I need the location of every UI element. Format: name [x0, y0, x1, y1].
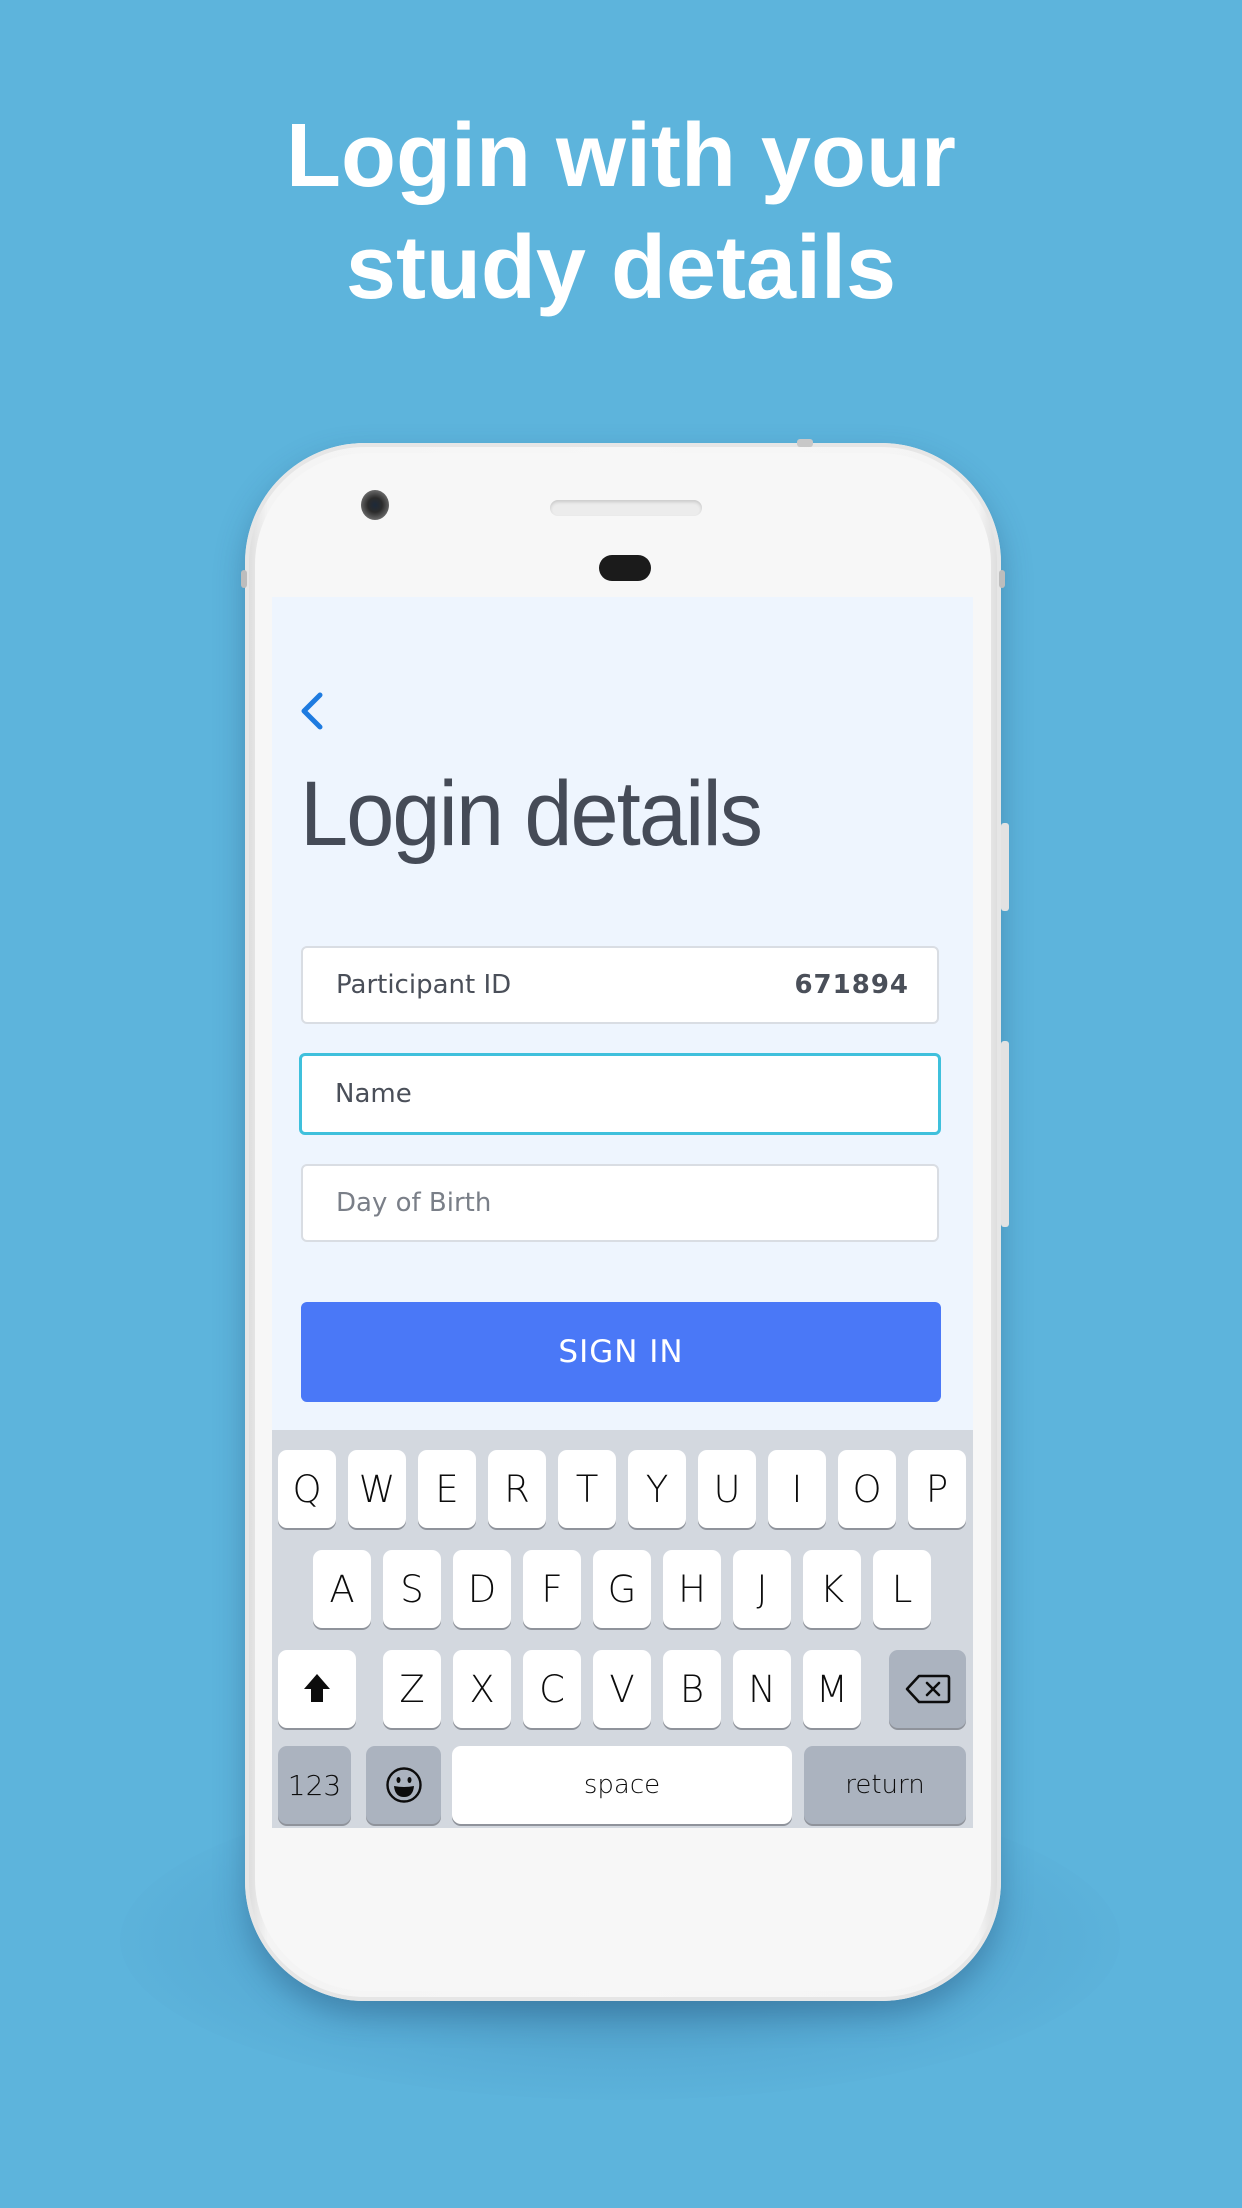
key[interactable]: U	[698, 1450, 756, 1528]
delete-key[interactable]	[889, 1650, 966, 1728]
day-of-birth-input[interactable]	[336, 1188, 909, 1218]
key[interactable]: R	[488, 1450, 546, 1528]
key[interactable]: E	[418, 1450, 476, 1528]
shift-icon	[304, 1674, 330, 1702]
chevron-left-icon	[301, 692, 323, 730]
emoji-icon	[385, 1767, 422, 1803]
left-edge-mark	[241, 570, 247, 588]
volume-button	[1001, 1041, 1009, 1227]
numbers-key[interactable]: 123	[278, 1746, 351, 1824]
key[interactable]: X	[453, 1650, 511, 1728]
login-screen: Login details Participant ID 671894 SIGN…	[272, 597, 973, 1430]
return-key[interactable]: return	[804, 1746, 966, 1824]
name-field[interactable]	[299, 1053, 941, 1135]
participant-id-value: 671894	[794, 970, 909, 1000]
key[interactable]: H	[663, 1550, 721, 1628]
promo-headline: Login with your study details	[0, 100, 1242, 324]
key[interactable]: K	[803, 1550, 861, 1628]
key[interactable]: Y	[628, 1450, 686, 1528]
earpiece-speaker	[550, 500, 702, 516]
power-button	[1001, 823, 1009, 911]
key[interactable]: V	[593, 1650, 651, 1728]
key[interactable]: I	[768, 1450, 826, 1528]
key[interactable]: O	[838, 1450, 896, 1528]
phone-screen: Login details Participant ID 671894 SIGN…	[272, 597, 973, 1828]
page-title: Login details	[300, 763, 763, 865]
key[interactable]: W	[348, 1450, 406, 1528]
key[interactable]: T	[558, 1450, 616, 1528]
key[interactable]: L	[873, 1550, 931, 1628]
key[interactable]: G	[593, 1550, 651, 1628]
top-button	[797, 439, 813, 447]
participant-id-label: Participant ID	[336, 970, 512, 1000]
headline-line-1: Login with your	[286, 106, 956, 206]
backspace-icon	[905, 1674, 950, 1704]
keyboard: Q W E R T Y U I O P A S D F G H J K L Z …	[272, 1430, 973, 1828]
key[interactable]: S	[383, 1550, 441, 1628]
proximity-sensor	[599, 555, 651, 581]
key[interactable]: B	[663, 1650, 721, 1728]
right-edge-mark	[999, 570, 1005, 588]
key[interactable]: D	[453, 1550, 511, 1628]
emoji-key[interactable]	[366, 1746, 441, 1824]
key[interactable]: N	[733, 1650, 791, 1728]
key[interactable]: A	[313, 1550, 371, 1628]
name-input[interactable]	[335, 1079, 910, 1109]
key[interactable]: F	[523, 1550, 581, 1628]
key[interactable]: M	[803, 1650, 861, 1728]
sign-in-button[interactable]: SIGN IN	[301, 1302, 941, 1402]
space-key[interactable]: space	[452, 1746, 792, 1824]
key[interactable]: P	[908, 1450, 966, 1528]
front-camera-icon	[361, 490, 389, 520]
shift-key[interactable]	[278, 1650, 356, 1728]
phone-frame: Login details Participant ID 671894 SIGN…	[241, 439, 1009, 2001]
key[interactable]: Q	[278, 1450, 336, 1528]
back-button[interactable]	[294, 685, 334, 735]
headline-line-2: study details	[345, 218, 897, 318]
day-of-birth-field[interactable]	[301, 1164, 939, 1242]
participant-id-field[interactable]: Participant ID 671894	[301, 946, 939, 1024]
key[interactable]: J	[733, 1550, 791, 1628]
key[interactable]: C	[523, 1650, 581, 1728]
key[interactable]: Z	[383, 1650, 441, 1728]
